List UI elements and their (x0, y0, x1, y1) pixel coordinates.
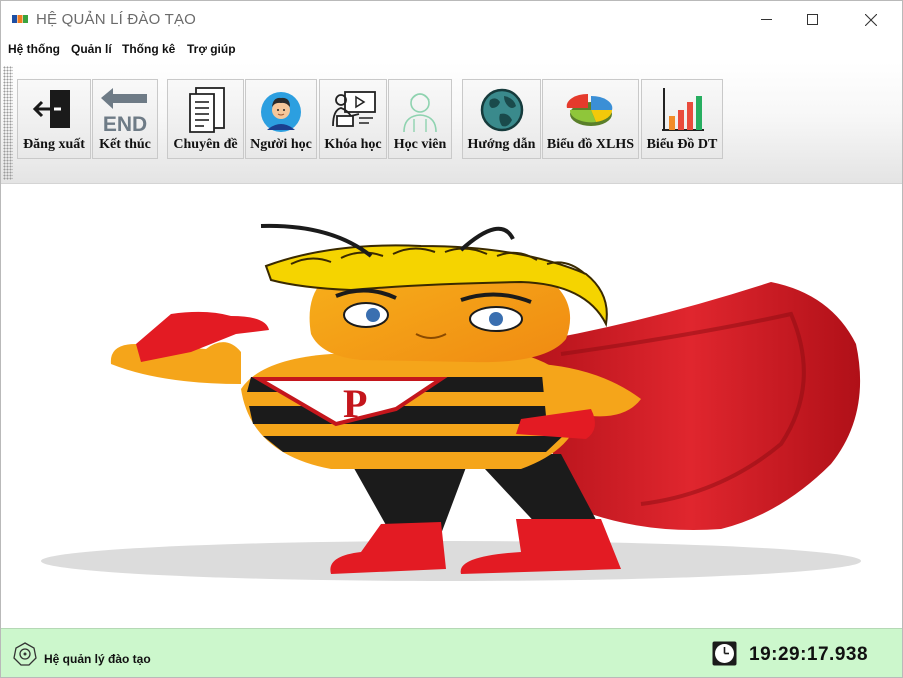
svg-text:END: END (103, 113, 147, 134)
document-icon (188, 87, 225, 133)
content-area: P (1, 184, 902, 628)
chest-letter: P (343, 381, 367, 426)
topic-button[interactable]: Chuyên đề (167, 79, 244, 159)
guide-button[interactable]: Hướng dẫn (462, 79, 541, 159)
globe-icon (480, 88, 523, 132)
minimize-icon (760, 19, 772, 20)
clock-time: 19:29:17.938 (749, 644, 869, 665)
course-label: Khóa học (324, 137, 382, 152)
toolbar-grip[interactable] (3, 66, 13, 180)
pie-chart-icon (566, 93, 612, 126)
dt-chart-button[interactable]: Biểu Đồ DT (641, 79, 723, 159)
logout-icon (32, 90, 70, 128)
end-icon: END (101, 88, 147, 134)
logout-label: Đăng xuất (23, 137, 85, 152)
end-button[interactable]: END Kết thúc (92, 79, 158, 159)
app-window: HỆ QUẢN LÍ ĐÀO TẠO Hệ thống Quản lí Thốn… (0, 0, 903, 678)
xlhs-chart-button[interactable]: Biểu đồ XLHS (542, 79, 639, 159)
window-title: HỆ QUẢN LÍ ĐÀO TẠO (36, 11, 197, 28)
menu-he-thong[interactable]: Hệ thống (8, 42, 60, 56)
maximize-button[interactable] (789, 1, 835, 38)
app-status-icon (13, 642, 37, 666)
close-icon (865, 13, 877, 26)
bar-chart-icon (662, 88, 704, 131)
menu-tro-giup[interactable]: Trợ giúp (187, 42, 236, 56)
maximize-icon (806, 14, 818, 25)
learner-icon (261, 92, 301, 132)
student-label: Học viên (393, 137, 447, 152)
student-icon (403, 93, 437, 133)
student-button[interactable]: Học viên (388, 79, 452, 159)
course-icon (332, 91, 376, 127)
menu-quan-li[interactable]: Quản lí (71, 42, 112, 56)
xlhs-chart-label: Biểu đồ XLHS (546, 137, 635, 152)
topic-label: Chuyên đề (173, 137, 238, 152)
minimize-button[interactable] (743, 1, 789, 38)
end-label: Kết thúc (99, 137, 151, 152)
learner-button[interactable]: Người học (245, 79, 317, 159)
superhero-mascot-image: P (41, 223, 861, 581)
menu-thong-ke[interactable]: Thống kê (122, 42, 175, 56)
dt-chart-label: Biểu Đồ DT (646, 137, 718, 152)
logout-button[interactable]: Đăng xuất (17, 79, 91, 159)
status-text: Hệ quản lý đào tạo (44, 652, 151, 666)
learner-label: Người học (250, 137, 312, 152)
toolbar: Đăng xuất END Kết thúc Chuyên đề Người h… (1, 62, 902, 184)
clock-icon (712, 641, 737, 666)
status-bar: Hệ quản lý đào tạo 19:29:17.938 (1, 628, 902, 677)
menu-bar: Hệ thống Quản lí Thống kê Trợ giúp (1, 38, 902, 62)
guide-label: Hướng dẫn (467, 137, 536, 152)
close-button[interactable] (848, 1, 894, 38)
app-logo-icon (12, 15, 28, 23)
course-button[interactable]: Khóa học (319, 79, 387, 159)
title-bar: HỆ QUẢN LÍ ĐÀO TẠO (1, 1, 902, 38)
